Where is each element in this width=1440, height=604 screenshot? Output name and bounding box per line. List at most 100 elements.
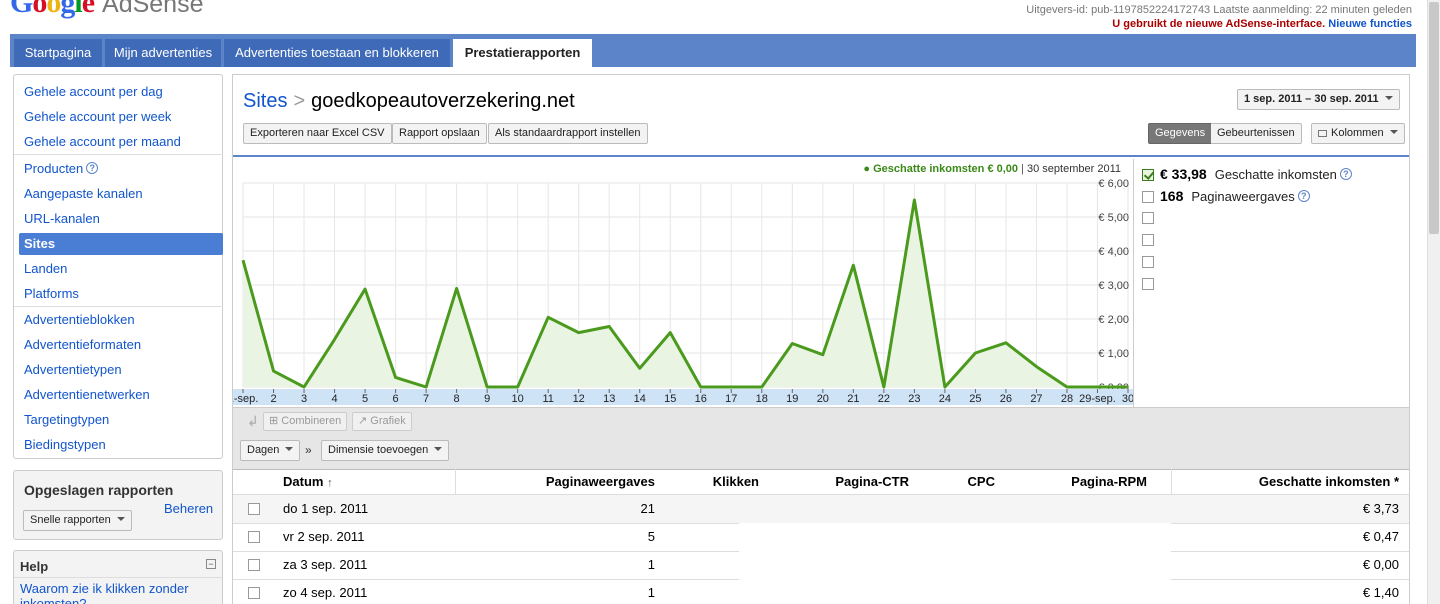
metric-earnings[interactable]: € 33,98 Geschatte inkomsten? — [1142, 166, 1352, 184]
breadcrumb-sites[interactable]: Sites — [243, 90, 287, 112]
set-default-report-button[interactable]: Als standaardrapport instellen — [488, 123, 648, 144]
y-tick-label: € 3,00 — [1098, 280, 1129, 292]
col-clicks[interactable]: Klikken — [713, 469, 759, 495]
sidebar-item-ad-formats[interactable]: Advertentieformaten — [19, 334, 223, 356]
sidebar-item-ad-types[interactable]: Advertentietypen — [19, 359, 223, 381]
chart-button[interactable]: ↗ Grafiek — [352, 412, 412, 431]
help-divider — [14, 577, 222, 578]
y-tick-label: € 5,00 — [1098, 212, 1129, 224]
saved-reports-box: Opgeslagen rapporten Snelle rapporten Be… — [13, 470, 223, 540]
page-scrollbar[interactable] — [1427, 0, 1440, 604]
chart-tooltip: ● Geschatte inkomsten € 0,00 | 30 septem… — [863, 163, 1121, 175]
metric-selector: € 33,98 Geschatte inkomsten? 168 Paginawee… — [1133, 159, 1409, 409]
tab-home[interactable]: Startpagina — [14, 39, 102, 67]
checkbox[interactable] — [1142, 191, 1154, 203]
col-cpc[interactable]: CPC — [968, 469, 995, 495]
days-dropdown[interactable]: Dagen — [240, 440, 301, 461]
sidebar-item-platforms[interactable]: Platforms — [19, 283, 223, 305]
sidebar-item-sites[interactable]: Sites — [19, 233, 223, 255]
sidebar-item-custom-channels[interactable]: Aangepaste kanalen — [19, 183, 223, 205]
collapse-icon[interactable]: − — [206, 559, 216, 569]
checkbox[interactable] — [1142, 256, 1154, 268]
row-checkbox[interactable] — [248, 531, 260, 543]
new-features-link[interactable]: Nieuwe functies — [1328, 18, 1412, 30]
sidebar-item-url-channels[interactable]: URL-kanalen — [19, 208, 223, 230]
chevrons-icon: » — [305, 443, 312, 457]
sidebar-item-products[interactable]: Producten? — [19, 158, 223, 180]
row-earnings: € 0,00 — [1362, 557, 1399, 572]
col-pageviews[interactable]: Paginaweergaves — [546, 469, 655, 495]
columns-dropdown[interactable]: Kolommen — [1311, 123, 1405, 144]
add-dimension-dropdown[interactable]: Dimensie toevoegen — [321, 440, 450, 461]
data-toggle[interactable]: Gegevens — [1148, 123, 1213, 144]
tab-performance-reports[interactable]: Prestatierapporten — [453, 39, 592, 67]
quick-reports-dropdown[interactable]: Snelle rapporten — [23, 510, 132, 531]
y-tick-label: € 2,00 — [1098, 314, 1129, 326]
sidebar-item-bid-types[interactable]: Biedingstypen — [19, 434, 223, 456]
metric-empty[interactable] — [1142, 254, 1160, 272]
row-date: zo 4 sep. 2011 — [283, 585, 368, 600]
help-icon[interactable]: ? — [86, 162, 99, 174]
sidebar-item-countries[interactable]: Landen — [19, 258, 223, 280]
metric-empty[interactable] — [1142, 276, 1160, 294]
table-row[interactable]: za 3 sep. 2011 1 € 0,00 — [233, 551, 1409, 579]
col-page-rpm[interactable]: Pagina-RPM — [1071, 469, 1147, 495]
checkbox[interactable] — [1142, 212, 1154, 224]
checkbox[interactable] — [1142, 278, 1154, 290]
new-interface-notice: U gebruikt de nieuwe AdSense-interface. — [1112, 18, 1326, 30]
row-earnings: € 3,73 — [1362, 501, 1399, 516]
help-icon[interactable]: ? — [1297, 190, 1310, 202]
tab-allow-block-ads[interactable]: Advertenties toestaan en blokkeren — [224, 39, 450, 67]
manage-link[interactable]: Beheren — [164, 501, 213, 516]
sidebar-item-account-per-month[interactable]: Gehele account per maand — [19, 131, 223, 153]
google-adsense-logo[interactable]: Google AdSense — [10, 0, 203, 20]
tooltip-divider: | — [1021, 163, 1024, 175]
col-page-ctr[interactable]: Pagina-CTR — [835, 469, 909, 495]
row-checkbox[interactable] — [248, 503, 260, 515]
help-box: Help − Waarom zie ik klikken zonder inkom… — [13, 550, 223, 604]
help-icon[interactable]: ? — [1339, 168, 1352, 180]
table-row[interactable]: zo 4 sep. 2011 1 € 1,40 — [233, 579, 1409, 604]
x-tick-label: 18 — [756, 393, 768, 405]
y-tick-label: € 1,00 — [1098, 348, 1129, 360]
export-csv-button[interactable]: Exporteren naar Excel CSV — [243, 123, 392, 144]
table-row[interactable]: vr 2 sep. 2011 5 € 0,47 — [233, 523, 1409, 551]
tab-my-ads[interactable]: Mijn advertenties — [105, 39, 221, 67]
events-toggle[interactable]: Gebeurtenissen — [1211, 123, 1302, 144]
days-label: Dagen — [247, 444, 280, 456]
sidebar-item-ad-networks[interactable]: Advertentienetwerken — [19, 384, 223, 406]
x-tick-label: 21 — [847, 393, 859, 405]
help-link[interactable]: Waarom zie ik klikken zonder inkomsten? — [20, 581, 189, 604]
metric-label: Paginaweergaves — [1191, 189, 1295, 204]
row-checkbox[interactable] — [248, 587, 260, 599]
table-row[interactable]: do 1 sep. 2011 21 € 3,73 — [233, 495, 1409, 523]
col-date[interactable]: Datum ↑ — [283, 469, 333, 495]
metric-empty[interactable] — [1142, 210, 1160, 228]
row-date: vr 2 sep. 2011 — [283, 529, 365, 544]
sidebar-item-account-per-day[interactable]: Gehele account per dag — [19, 81, 223, 103]
x-tick-label: 28 — [1061, 393, 1073, 405]
checkbox-checked[interactable] — [1142, 169, 1154, 181]
date-range-label: 1 sep. 2011 – 30 sep. 2011 — [1244, 93, 1379, 105]
sidebar-item-account-per-week[interactable]: Gehele account per week — [19, 106, 223, 128]
x-tick-label: 9 — [484, 393, 490, 405]
metric-empty[interactable] — [1142, 232, 1160, 250]
column-divider — [455, 469, 456, 495]
sidebar-item-targeting-types[interactable]: Targetingtypen — [19, 409, 223, 431]
earnings-chart[interactable]: € 0,00€ 1,00€ 2,00€ 3,00€ 4,00€ 5,00€ 6,… — [233, 157, 1133, 407]
row-pageviews: 21 — [640, 501, 655, 516]
sidebar-item-ad-units[interactable]: Advertentieblokken — [19, 309, 223, 331]
metric-pageviews[interactable]: 168 Paginaweergaves? — [1142, 188, 1310, 206]
scrollbar-thumb[interactable] — [1429, 2, 1439, 234]
row-date: do 1 sep. 2011 — [283, 501, 369, 516]
report-toolbar: ↲ ⊞ Combineren ↗ Grafiek Dagen » Dimensi… — [233, 407, 1409, 469]
columns-icon — [1318, 130, 1327, 137]
date-range-picker[interactable]: 1 sep. 2011 – 30 sep. 2011 — [1237, 89, 1400, 110]
row-checkbox[interactable] — [248, 559, 260, 571]
row-earnings: € 0,47 — [1362, 529, 1399, 544]
checkbox[interactable] — [1142, 234, 1154, 246]
save-report-button[interactable]: Rapport opslaan — [392, 123, 487, 144]
combine-button[interactable]: ⊞ Combineren — [263, 412, 348, 431]
col-estimated-earnings[interactable]: Geschatte inkomsten * — [1259, 469, 1399, 495]
chevron-down-icon — [1384, 96, 1393, 100]
